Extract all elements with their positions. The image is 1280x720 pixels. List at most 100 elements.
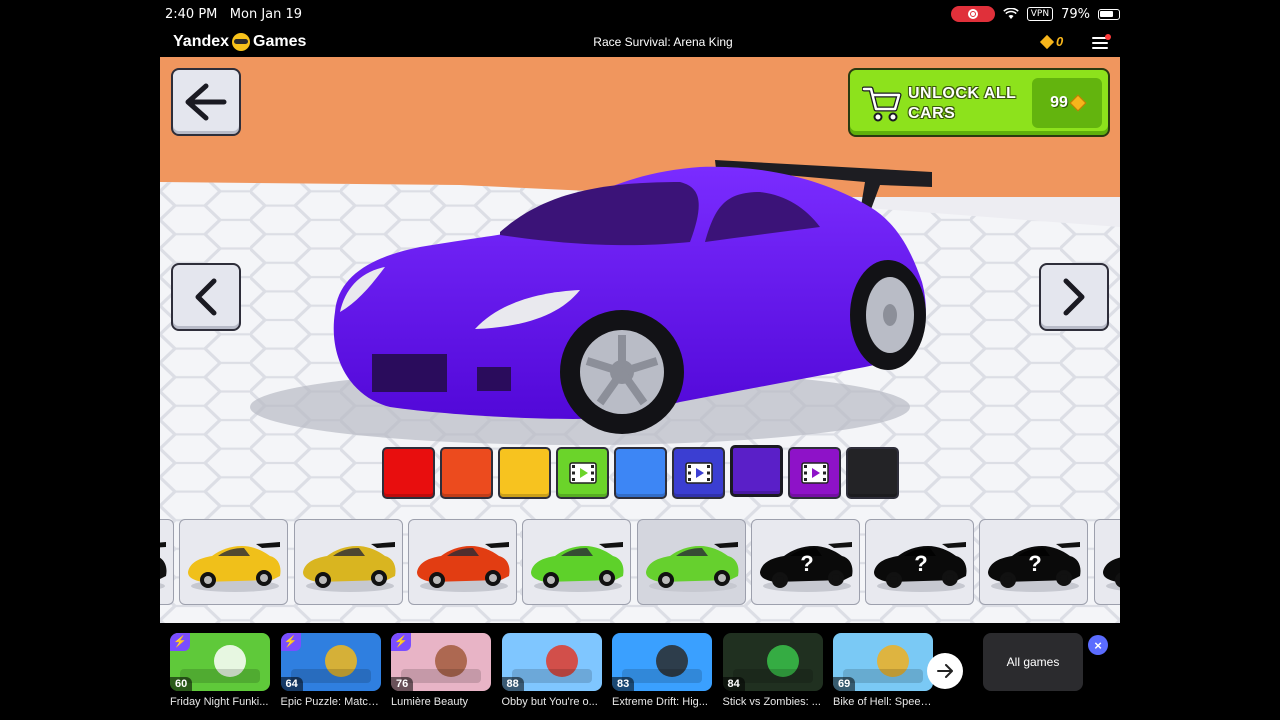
color-swatch-3[interactable] xyxy=(498,447,551,499)
game-name: Bike of Hell: Speed... xyxy=(833,696,933,708)
chevron-left-icon xyxy=(195,278,217,316)
color-swatch-8[interactable] xyxy=(788,447,841,499)
coin-count: 0 xyxy=(1056,34,1064,49)
game-name: Friday Night Funki... xyxy=(170,696,269,708)
video-ad-icon xyxy=(800,462,829,484)
scroll-right-button[interactable] xyxy=(927,653,963,689)
unlock-price: 99 xyxy=(1032,78,1102,128)
yandex-games-header: Yandex Games Race Survival: Arena King 0 xyxy=(160,28,1120,57)
game-thumbnail: 69 xyxy=(833,633,933,691)
car-grille xyxy=(372,354,447,392)
car-thumbnail: ? xyxy=(759,542,853,592)
svg-text:?: ? xyxy=(914,551,927,576)
lightning-icon: ⚡ xyxy=(280,633,301,651)
game-tile[interactable]: ⚡ 64 Epic Puzzle: Match... xyxy=(280,633,381,708)
date: Mon Jan 19 xyxy=(229,7,303,22)
color-swatch-9[interactable] xyxy=(846,447,899,499)
car-thumbnail xyxy=(645,542,739,592)
battery-percent: 79% xyxy=(1061,6,1090,22)
locked-car-card[interactable] xyxy=(160,519,174,605)
game-tile[interactable]: 69 Bike of Hell: Speed... xyxy=(833,633,933,708)
coin-icon xyxy=(1039,34,1055,49)
game-name: Epic Puzzle: Match... xyxy=(280,696,381,708)
color-swatch-6[interactable] xyxy=(672,447,725,499)
close-bar-button[interactable]: × xyxy=(1088,635,1108,655)
game-rating: 88 xyxy=(501,677,524,691)
unlock-label: UNLOCK ALL CARS xyxy=(908,85,1017,122)
game-rating: 69 xyxy=(833,677,856,691)
next-car-button[interactable] xyxy=(1039,263,1109,331)
time: 2:40 PM xyxy=(165,7,218,22)
game-thumbnail: ⚡ 76 xyxy=(391,633,491,691)
car-thumbnail xyxy=(531,542,624,592)
color-swatch-5[interactable] xyxy=(614,447,667,499)
car-thumbnail xyxy=(416,542,510,592)
color-swatches xyxy=(382,445,899,499)
coin-balance[interactable]: 0 xyxy=(1039,34,1064,49)
menu-icon[interactable] xyxy=(1092,34,1111,49)
game-tile[interactable]: 83 Extreme Drift: Hig... xyxy=(612,633,712,708)
game-thumbnail: 88 xyxy=(501,633,602,691)
unlock-all-cars-button[interactable]: UNLOCK ALL CARS 99 xyxy=(848,68,1110,137)
shopping-cart-icon xyxy=(862,86,902,122)
car-card[interactable] xyxy=(636,519,746,605)
game-thumbnail: 83 xyxy=(612,633,712,691)
game-tile[interactable]: ⚡ 60 Friday Night Funki... xyxy=(170,633,270,708)
color-swatch-4[interactable] xyxy=(556,447,609,499)
car-thumbnail: ? xyxy=(874,542,967,592)
game-name: Lumière Beauty xyxy=(391,696,469,708)
all-games-button[interactable]: All games xyxy=(983,633,1083,691)
status-time: 2:40 PM Mon Jan 19 xyxy=(165,7,302,22)
car-thumbnail: ? xyxy=(988,542,1081,592)
car-card[interactable] xyxy=(179,519,289,605)
car-card[interactable] xyxy=(522,519,632,605)
color-swatch-2[interactable] xyxy=(440,447,493,499)
locked-car-card[interactable]: ? xyxy=(865,519,975,605)
video-ad-icon xyxy=(684,462,713,484)
color-swatch-7[interactable] xyxy=(730,445,783,497)
notification-dot xyxy=(1105,34,1111,40)
game-tile[interactable]: 88 Obby but You're o... xyxy=(501,633,602,708)
game-rating: 84 xyxy=(722,677,745,691)
screen-recording-indicator[interactable] xyxy=(950,6,995,22)
price-value: 99 xyxy=(1050,94,1068,111)
coin-icon xyxy=(1069,94,1087,112)
svg-text:?: ? xyxy=(800,551,813,576)
arrow-left-icon xyxy=(185,83,227,121)
game-rating: 60 xyxy=(170,677,193,691)
lightning-icon: ⚡ xyxy=(170,633,190,651)
wifi-icon xyxy=(1003,8,1019,19)
car-thumbnail xyxy=(188,542,281,592)
game-name: Stick vs Zombies: ... xyxy=(722,696,821,708)
game-tile[interactable]: 84 Stick vs Zombies: ... xyxy=(722,633,823,708)
game-name: Obby but You're o... xyxy=(501,696,598,708)
game-name: Extreme Drift: Hig... xyxy=(612,696,708,708)
game-rating: 83 xyxy=(612,677,635,691)
game-canvas[interactable]: UNLOCK ALL CARS 99 ??? xyxy=(160,57,1120,623)
car-thumbnail xyxy=(302,542,396,592)
game-rating: 76 xyxy=(391,677,414,691)
chevron-right-icon xyxy=(1063,278,1085,316)
color-swatch-1[interactable] xyxy=(382,447,435,499)
locked-car-card[interactable] xyxy=(1093,519,1120,605)
recommended-games-bar: ⚡ 60 Friday Night Funki... ⚡ 64 Epic Puzzle: … xyxy=(160,623,1120,720)
vpn-badge: VPN xyxy=(1026,7,1054,21)
game-thumbnail: ⚡ 64 xyxy=(280,633,381,691)
locked-car-card[interactable]: ? xyxy=(750,519,860,605)
game-thumbnail: ⚡ 60 xyxy=(170,633,270,691)
status-icons: VPN 79% xyxy=(950,6,1120,22)
car-thumbnail xyxy=(1102,557,1120,591)
car-selection-strip[interactable]: ??? xyxy=(160,519,1120,607)
battery-icon xyxy=(1098,8,1120,20)
game-rating: 64 xyxy=(280,677,303,691)
locked-car-card[interactable]: ? xyxy=(979,519,1089,605)
car-card[interactable] xyxy=(407,519,517,605)
back-button[interactable] xyxy=(171,68,241,136)
game-tile[interactable]: ⚡ 76 Lumière Beauty xyxy=(391,633,491,708)
video-ad-icon xyxy=(568,462,597,484)
car-card[interactable] xyxy=(293,519,403,605)
game-thumbnail: 84 xyxy=(722,633,823,691)
record-icon xyxy=(967,9,978,19)
previous-car-button[interactable] xyxy=(171,263,241,331)
lightning-icon: ⚡ xyxy=(391,633,411,651)
